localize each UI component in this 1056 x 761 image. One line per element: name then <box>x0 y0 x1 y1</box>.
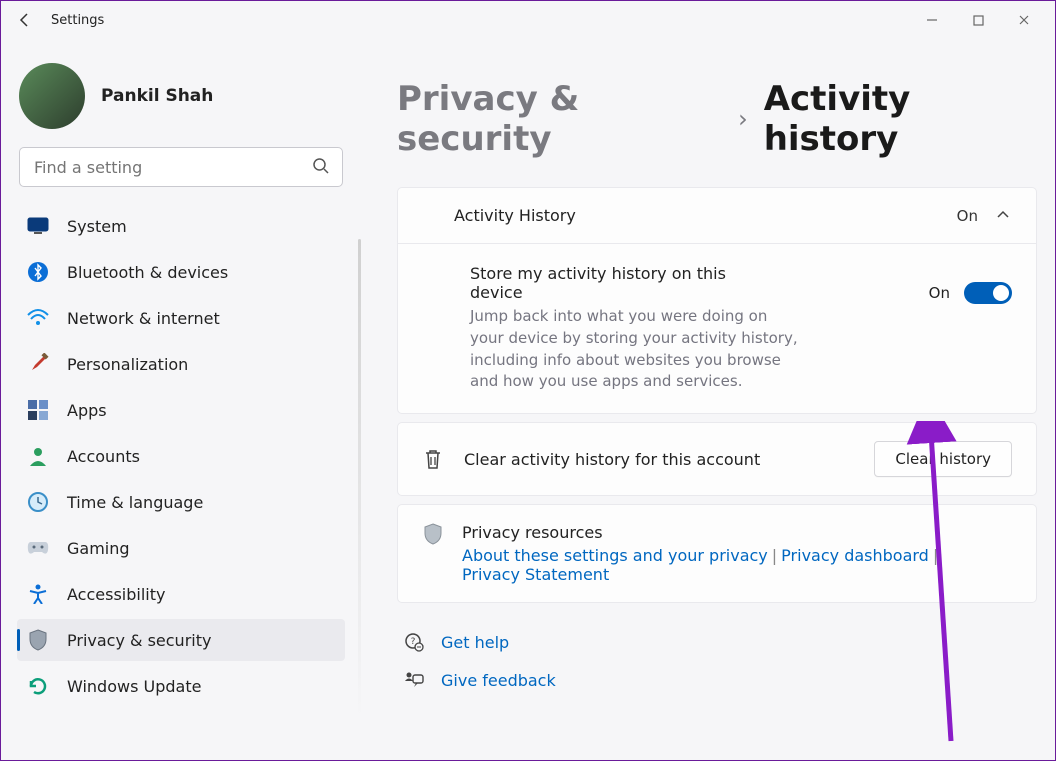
avatar <box>19 63 85 129</box>
chevron-up-icon <box>996 208 1012 224</box>
apps-icon <box>27 399 49 421</box>
setting-title: Store my activity history on this device <box>470 264 770 302</box>
chevron-right-icon: › <box>738 105 748 133</box>
display-icon <box>27 215 49 237</box>
search-icon <box>312 157 332 177</box>
sidebar-item-label: Personalization <box>67 355 188 374</box>
sidebar-item-label: Bluetooth & devices <box>67 263 228 282</box>
window-controls <box>909 4 1047 36</box>
privacy-statement-link[interactable]: Privacy Statement <box>462 565 609 584</box>
sidebar-item-label: Accounts <box>67 447 140 466</box>
about-settings-link[interactable]: About these settings and your privacy <box>462 546 768 565</box>
wifi-icon <box>27 307 49 329</box>
minimize-button[interactable] <box>909 4 955 36</box>
clock-icon <box>27 491 49 513</box>
sidebar: Pankil Shah System Bluetooth & devices N… <box>1 39 361 760</box>
person-icon <box>27 445 49 467</box>
paintbrush-icon <box>27 353 49 375</box>
sidebar-item-gaming[interactable]: Gaming <box>17 527 345 569</box>
privacy-dashboard-link[interactable]: Privacy dashboard <box>781 546 929 565</box>
user-profile[interactable]: Pankil Shah <box>11 51 351 147</box>
sidebar-item-time-language[interactable]: Time & language <box>17 481 345 523</box>
footer-links: ? Get help Give feedback <box>397 631 1037 691</box>
update-icon <box>27 675 49 697</box>
activity-history-header[interactable]: Activity History On <box>398 188 1036 243</box>
feedback-icon <box>403 669 425 691</box>
sidebar-item-label: Time & language <box>67 493 203 512</box>
back-button[interactable] <box>9 4 41 36</box>
resources-title: Privacy resources <box>462 523 942 542</box>
gamepad-icon <box>27 537 49 559</box>
sidebar-item-label: Windows Update <box>67 677 201 696</box>
sidebar-item-privacy-security[interactable]: Privacy & security <box>17 619 345 661</box>
sidebar-item-system[interactable]: System <box>17 205 345 247</box>
titlebar: Settings <box>1 1 1055 39</box>
sidebar-item-windows-update[interactable]: Windows Update <box>17 665 345 707</box>
privacy-resources-card: Privacy resources About these settings a… <box>397 504 1037 603</box>
sidebar-item-label: Gaming <box>67 539 130 558</box>
sidebar-item-label: Accessibility <box>67 585 165 604</box>
toggle-state-label: On <box>929 284 950 302</box>
breadcrumb: Privacy & security › Activity history <box>397 79 1037 159</box>
sidebar-item-label: Privacy & security <box>67 631 211 650</box>
sidebar-item-label: System <box>67 217 127 236</box>
search-input-wrapper[interactable] <box>19 147 343 187</box>
main-content: Privacy & security › Activity history Ac… <box>361 39 1055 760</box>
bluetooth-icon <box>27 261 49 283</box>
shield-icon <box>422 523 444 545</box>
search-input[interactable] <box>34 158 312 177</box>
setting-description: Jump back into what you were doing on yo… <box>470 306 800 393</box>
sidebar-item-personalization[interactable]: Personalization <box>17 343 345 385</box>
nav-list: System Bluetooth & devices Network & int… <box>17 205 345 707</box>
help-icon: ? <box>403 631 425 653</box>
accessibility-icon <box>27 583 49 605</box>
sidebar-item-apps[interactable]: Apps <box>17 389 345 431</box>
store-activity-toggle[interactable] <box>964 282 1012 304</box>
clear-history-button[interactable]: Clear history <box>874 441 1012 477</box>
give-feedback-link[interactable]: Give feedback <box>441 671 556 690</box>
clear-history-card: Clear activity history for this account … <box>397 422 1037 496</box>
maximize-button[interactable] <box>955 4 1001 36</box>
breadcrumb-parent[interactable]: Privacy & security <box>397 79 722 159</box>
shield-icon <box>27 629 49 651</box>
card-state-label: On <box>957 207 978 225</box>
get-help-link[interactable]: Get help <box>441 633 509 652</box>
sidebar-item-bluetooth[interactable]: Bluetooth & devices <box>17 251 345 293</box>
close-button[interactable] <box>1001 4 1047 36</box>
sidebar-item-accounts[interactable]: Accounts <box>17 435 345 477</box>
sidebar-item-network[interactable]: Network & internet <box>17 297 345 339</box>
activity-history-card: Activity History On Store my activity hi… <box>397 187 1037 414</box>
sidebar-item-label: Network & internet <box>67 309 220 328</box>
card-title: Activity History <box>454 206 576 225</box>
page-title: Activity history <box>764 79 1037 159</box>
user-name: Pankil Shah <box>101 86 213 106</box>
trash-icon <box>422 448 444 470</box>
clear-history-label: Clear activity history for this account <box>464 450 854 469</box>
app-title: Settings <box>51 13 104 28</box>
sidebar-item-accessibility[interactable]: Accessibility <box>17 573 345 615</box>
sidebar-item-label: Apps <box>67 401 107 420</box>
store-activity-setting: Store my activity history on this device… <box>398 243 1036 413</box>
